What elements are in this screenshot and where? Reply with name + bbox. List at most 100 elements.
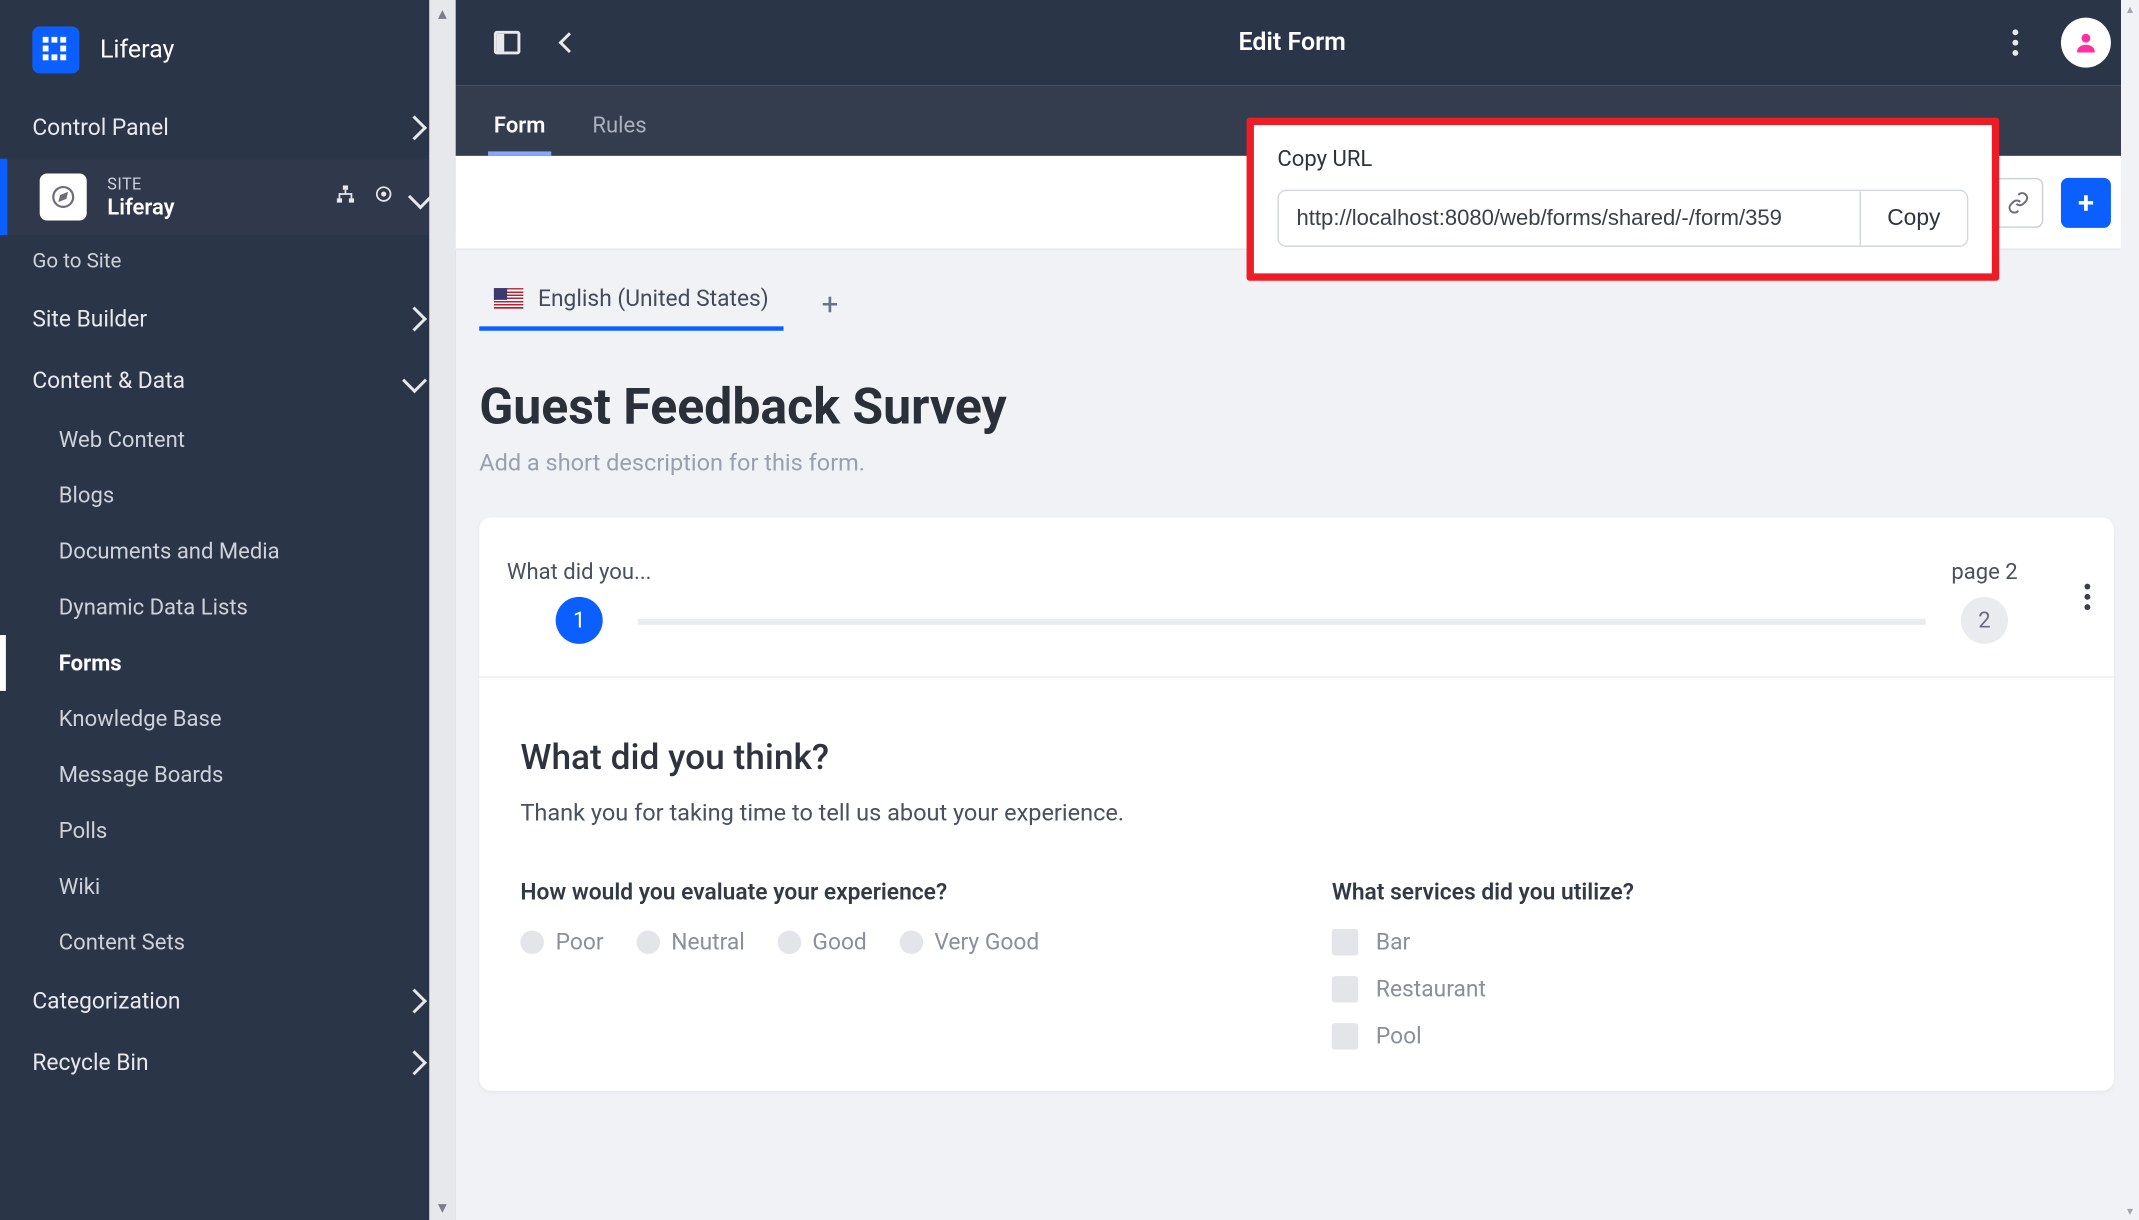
radio-option[interactable]: Very Good [899, 929, 1039, 955]
user-icon [2073, 29, 2099, 55]
sidebar-item-dynamic-data-lists[interactable]: Dynamic Data Lists [0, 579, 456, 635]
copy-button[interactable]: Copy [1859, 191, 1967, 245]
chevron-right-icon [402, 989, 427, 1014]
sidebar-scrollbar[interactable]: ▴ ▾ [429, 0, 455, 1220]
tab-rules[interactable]: Rules [587, 94, 653, 156]
step-2-circle: 2 [1961, 597, 2008, 644]
checkbox-label: Pool [1376, 1023, 1422, 1049]
checkbox-icon [1332, 929, 1358, 955]
window-scrollbar[interactable]: ▴ ▾ [2121, 0, 2139, 1220]
topbar: Edit Form [456, 0, 2138, 85]
step-2[interactable]: page 2 2 [1926, 559, 2044, 644]
form-title[interactable]: Guest Feedback Survey [456, 331, 2138, 449]
scroll-down-icon[interactable]: ▾ [2127, 1202, 2133, 1220]
page-title: Edit Form [606, 28, 1979, 57]
chevron-right-icon [402, 1050, 427, 1075]
sidebar-item-knowledge-base[interactable]: Knowledge Base [0, 691, 456, 747]
radio-icon [777, 931, 801, 955]
form-page-card: What did you... 1 page 2 2 What did you … [479, 517, 2114, 1090]
toggle-sidebar-button[interactable] [482, 18, 532, 68]
add-language-button[interactable]: + [807, 280, 853, 327]
radio-label: Poor [556, 929, 604, 955]
language-tab-en-us[interactable]: English (United States) [479, 276, 783, 330]
site-selector[interactable]: SITE Liferay [0, 159, 456, 235]
nav-control-panel-label: Control Panel [32, 115, 405, 141]
radio-icon [636, 931, 660, 955]
nav-content-data[interactable]: Content & Data [0, 350, 456, 412]
question-services[interactable]: What services did you utilize? Bar Resta… [1332, 879, 2073, 1050]
tab-form[interactable]: Form [488, 94, 551, 156]
us-flag-icon [494, 288, 523, 309]
checkbox-icon [1332, 976, 1358, 1002]
go-to-site-link[interactable]: Go to Site [0, 235, 456, 288]
copy-url-popover: Copy URL Copy [1247, 118, 2000, 281]
radio-label: Neutral [671, 929, 745, 955]
radio-option[interactable]: Neutral [636, 929, 745, 955]
back-button[interactable] [544, 18, 594, 68]
sidebar-item-web-content[interactable]: Web Content [0, 412, 456, 468]
chevron-left-icon [558, 32, 579, 53]
radio-icon [520, 931, 544, 955]
site-kicker: SITE [107, 174, 314, 193]
main: Edit Form Form Rules + Copy URL [456, 0, 2138, 1220]
step-2-label: page 2 [1951, 559, 2017, 585]
chevron-down-icon [402, 368, 427, 393]
copy-url-title: Copy URL [1277, 146, 1968, 172]
language-label: English (United States) [538, 285, 769, 311]
question-experience[interactable]: How would you evaluate your experience? … [520, 879, 1261, 1050]
page-stepper: What did you... 1 page 2 2 [479, 517, 2114, 677]
radio-icon [899, 931, 923, 955]
sidebar-item-message-boards[interactable]: Message Boards [0, 747, 456, 803]
radio-option[interactable]: Good [777, 929, 867, 955]
q2-label: What services did you utilize? [1332, 879, 2073, 905]
radio-option[interactable]: Poor [520, 929, 603, 955]
nav-site-builder[interactable]: Site Builder [0, 288, 456, 350]
nav-categorization[interactable]: Categorization [0, 970, 456, 1032]
sidebar-item-blogs[interactable]: Blogs [0, 467, 456, 523]
step-1-circle: 1 [556, 597, 603, 644]
nav-control-panel[interactable]: Control Panel [0, 97, 456, 159]
step-1-label: What did you... [507, 559, 652, 585]
checkbox-label: Restaurant [1376, 976, 1486, 1002]
sidebar-item-polls[interactable]: Polls [0, 803, 456, 859]
share-url-input[interactable] [1279, 191, 1859, 245]
chevron-right-icon [402, 307, 427, 332]
nav-recycle-bin-label: Recycle Bin [32, 1050, 405, 1076]
checkbox-icon [1332, 1023, 1358, 1049]
share-link-button[interactable] [1993, 177, 2043, 227]
kebab-icon [2084, 584, 2090, 610]
stepper-more-button[interactable] [2084, 584, 2090, 610]
radio-label: Good [812, 929, 866, 955]
plus-icon: + [2078, 184, 2094, 219]
chevron-right-icon [402, 115, 427, 140]
add-field-button[interactable]: + [2061, 177, 2111, 227]
sidebar-item-forms[interactable]: Forms [0, 635, 456, 691]
compass-icon [40, 173, 87, 220]
sidebar-item-content-sets[interactable]: Content Sets [0, 914, 456, 970]
sitemap-icon[interactable] [335, 184, 356, 210]
q1-label: How would you evaluate your experience? [520, 879, 1261, 905]
scroll-up-icon[interactable]: ▴ [2127, 0, 2133, 18]
nav-content-data-label: Content & Data [32, 368, 405, 394]
nav-recycle-bin[interactable]: Recycle Bin [0, 1032, 456, 1094]
avatar[interactable] [2061, 18, 2111, 68]
sidebar-item-wiki[interactable]: Wiki [0, 858, 456, 914]
panel-icon [494, 31, 520, 55]
checkbox-option[interactable]: Pool [1332, 1023, 2073, 1049]
page-heading[interactable]: What did you think? [520, 736, 2072, 777]
brand-block[interactable]: Liferay [0, 0, 456, 97]
form-description-placeholder[interactable]: Add a short description for this form. [456, 448, 2138, 517]
language-tabs: English (United States) + [456, 276, 2138, 330]
nav-categorization-label: Categorization [32, 988, 405, 1014]
scroll-up-icon[interactable]: ▴ [438, 0, 447, 26]
target-icon[interactable] [373, 184, 394, 210]
nav-site-builder-label: Site Builder [32, 306, 405, 332]
step-line [638, 619, 1926, 625]
page-subtext[interactable]: Thank you for taking time to tell us abo… [520, 798, 2072, 826]
topbar-more-button[interactable] [1990, 18, 2040, 68]
sidebar-item-documents[interactable]: Documents and Media [0, 523, 456, 579]
checkbox-option[interactable]: Bar [1332, 929, 2073, 955]
scroll-down-icon[interactable]: ▾ [438, 1194, 447, 1220]
checkbox-option[interactable]: Restaurant [1332, 976, 2073, 1002]
step-1[interactable]: What did you... 1 [520, 559, 638, 644]
